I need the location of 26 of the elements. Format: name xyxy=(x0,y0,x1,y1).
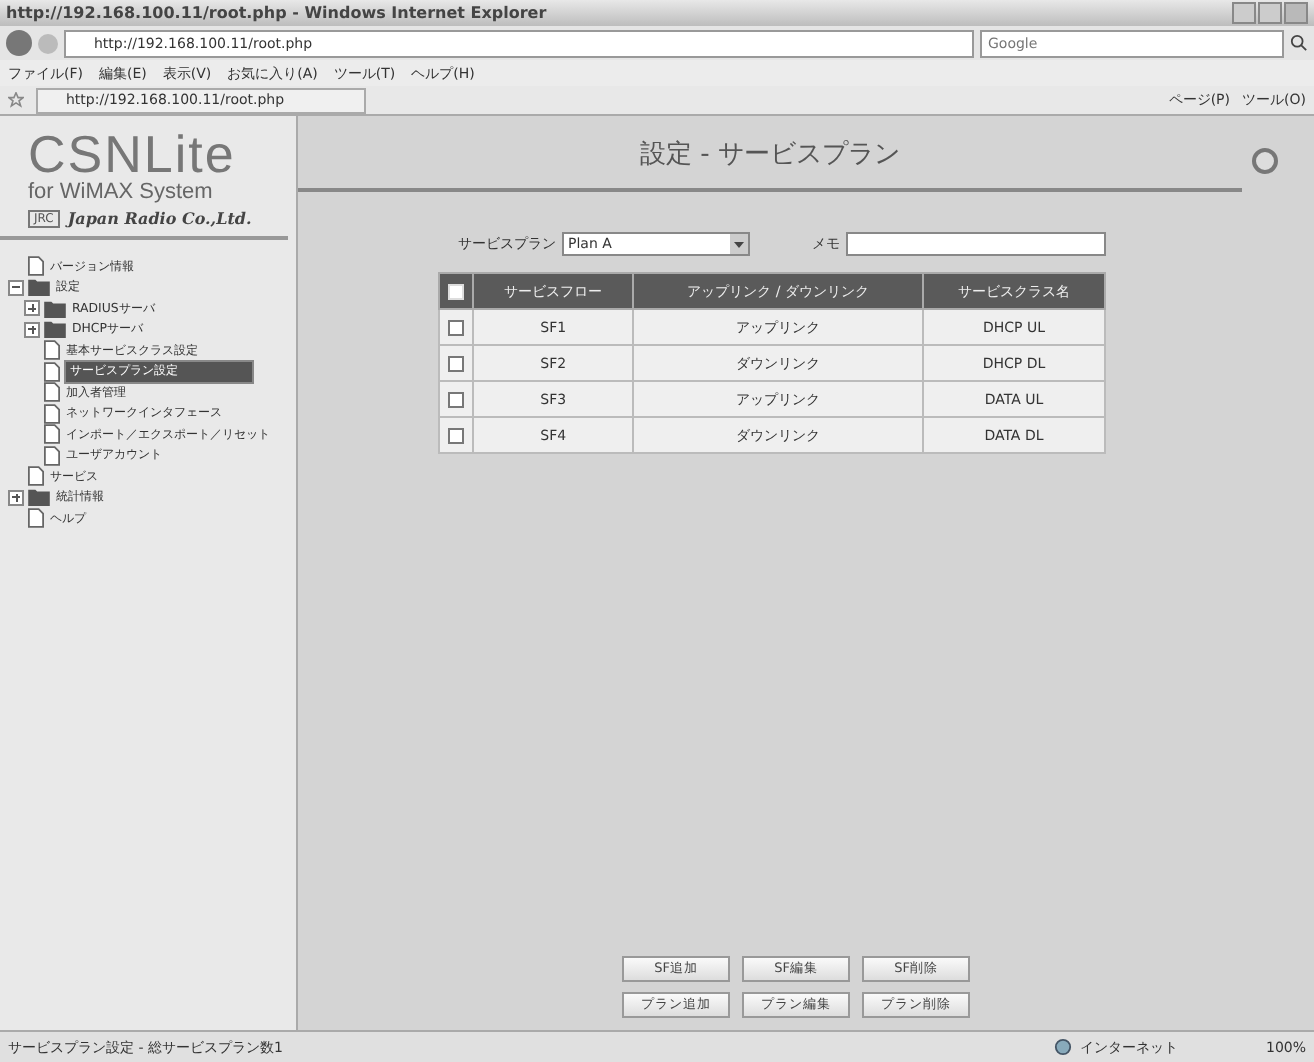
page-title: 設定 - サービスプラン xyxy=(638,138,902,172)
expand-icon[interactable] xyxy=(24,300,40,317)
row-checkbox[interactable] xyxy=(448,319,464,336)
star-icon[interactable] xyxy=(8,92,24,108)
window-title: http://192.168.100.11/root.php - Windows Internet Explorer xyxy=(6,4,549,22)
expand-icon[interactable] xyxy=(8,489,24,506)
select-all-checkbox[interactable] xyxy=(448,283,464,300)
globe-icon xyxy=(1053,1038,1072,1056)
logo-subtitle: for WiMAX System xyxy=(28,180,215,204)
expand-icon[interactable] xyxy=(24,321,40,338)
search-icon[interactable] xyxy=(1290,34,1308,52)
settings-icon[interactable] xyxy=(1252,148,1278,174)
folder-icon xyxy=(28,278,50,297)
folder-icon xyxy=(44,299,66,318)
page-icon xyxy=(28,508,44,529)
logo-title: CSNLite xyxy=(28,128,238,180)
row-checkbox[interactable] xyxy=(448,355,464,372)
row-checkbox[interactable] xyxy=(448,427,464,444)
page-icon xyxy=(28,256,44,277)
folder-icon xyxy=(28,488,50,507)
back-icon[interactable] xyxy=(6,30,32,56)
folder-icon xyxy=(44,320,66,339)
row-checkbox[interactable] xyxy=(448,391,464,408)
collapse-icon[interactable] xyxy=(8,279,24,296)
memo-field[interactable] xyxy=(846,232,1106,256)
company-name: Japan Radio Co.,Ltd. xyxy=(67,208,252,228)
